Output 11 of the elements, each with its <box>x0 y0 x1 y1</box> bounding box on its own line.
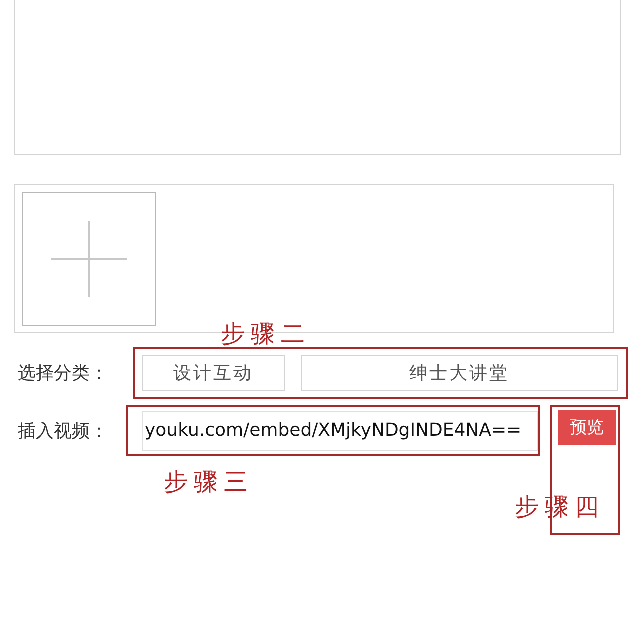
text-area[interactable] <box>14 0 621 155</box>
plus-icon <box>51 221 127 297</box>
step-annotation: 步骤三 <box>164 467 254 498</box>
category-option[interactable]: 绅士大讲堂 <box>301 355 618 391</box>
category-option[interactable]: 设计互动 <box>142 355 285 391</box>
category-label: 选择分类： <box>17 362 109 385</box>
preview-button[interactable]: 预览 <box>558 410 616 445</box>
add-image-button[interactable] <box>22 192 156 326</box>
video-url-field[interactable]: youku.com/embed/XMjkyNDgINDE4NA== <box>142 411 538 451</box>
step-annotation: 步骤二 <box>221 319 311 350</box>
video-label: 插入视频： <box>17 420 109 443</box>
